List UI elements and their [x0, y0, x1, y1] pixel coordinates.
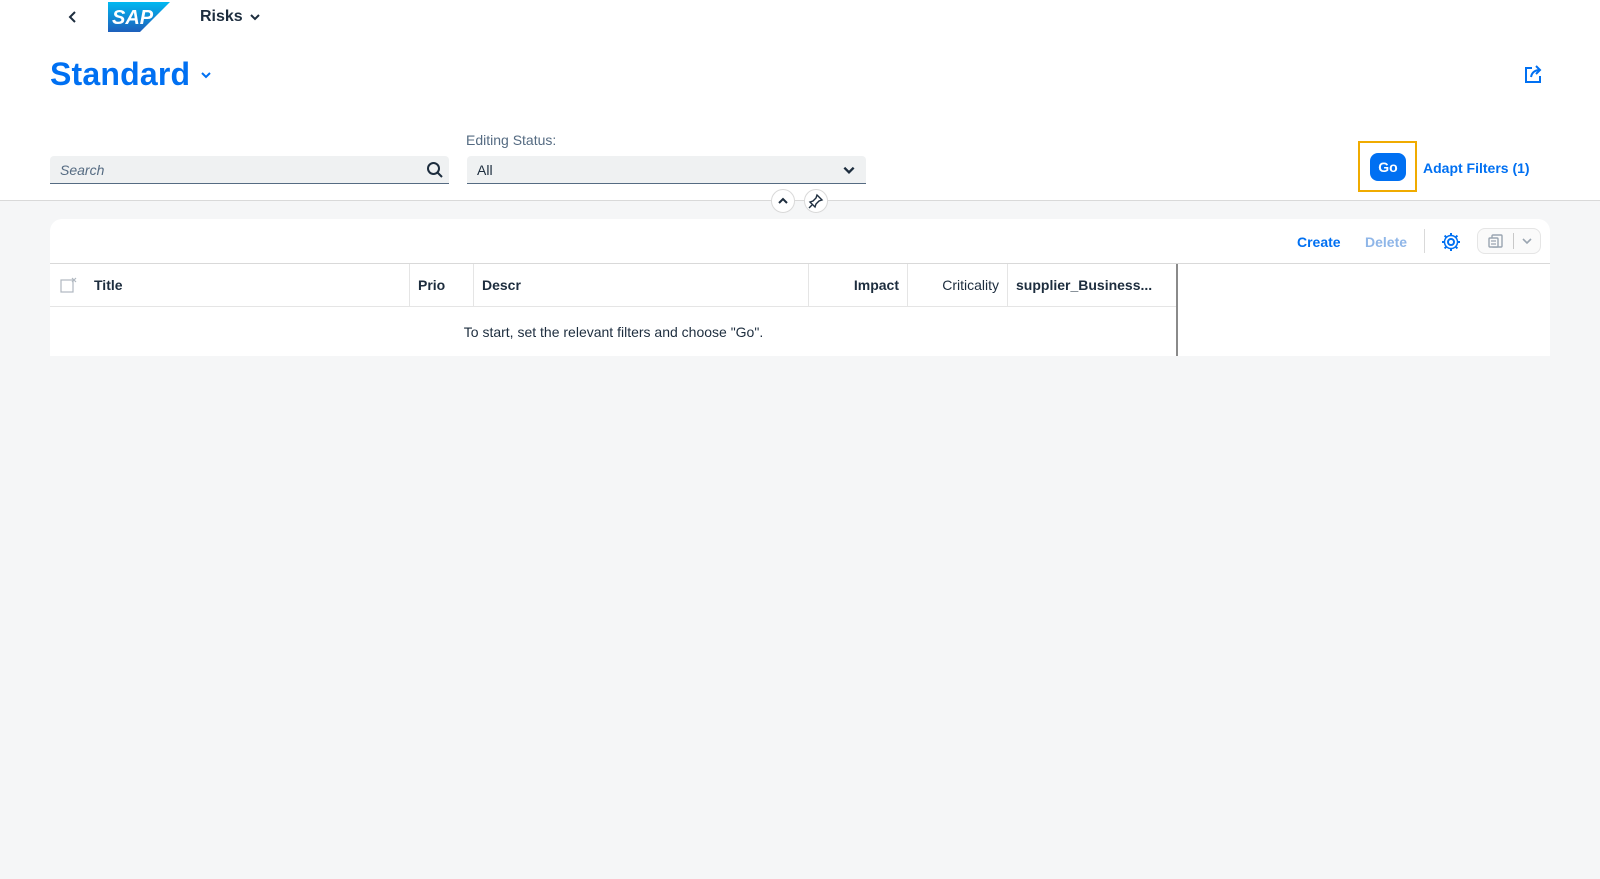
column-header-supplier[interactable]: supplier_Business...	[1008, 264, 1168, 306]
toolbar-separator	[1424, 229, 1425, 253]
chevron-down-icon	[249, 14, 260, 21]
editing-status-label: Editing Status:	[466, 132, 557, 148]
column-header-descr[interactable]: Descr	[474, 264, 809, 306]
chevron-down-icon	[1522, 238, 1532, 245]
column-header-impact[interactable]: Impact	[809, 264, 908, 306]
export-dropdown-button[interactable]	[1514, 229, 1540, 253]
app-title-menu[interactable]: Risks	[200, 8, 261, 26]
select-all-checkbox[interactable]	[50, 264, 86, 306]
gear-icon[interactable]	[1440, 231, 1462, 253]
search-icon	[427, 161, 443, 178]
search-button[interactable]	[421, 156, 449, 184]
table-toolbar: Create Delete	[50, 219, 1550, 264]
risks-table: Create Delete Title Prio Descr Impact Cr…	[50, 219, 1550, 356]
pin-header-button[interactable]	[804, 189, 828, 213]
go-button[interactable]: Go	[1370, 153, 1406, 181]
pin-icon	[808, 193, 824, 209]
delete-button[interactable]: Delete	[1365, 234, 1407, 250]
export-button[interactable]	[1478, 229, 1513, 253]
export-menu-button[interactable]	[1477, 228, 1541, 254]
chevron-down-icon	[843, 166, 855, 174]
sap-logo-text: SAP	[112, 7, 154, 29]
column-header-title[interactable]: Title	[86, 264, 410, 306]
app-title: Risks	[200, 8, 243, 25]
back-button[interactable]	[62, 6, 84, 28]
editing-status-value: All	[477, 161, 493, 178]
search-input[interactable]	[50, 156, 421, 183]
editing-status-select[interactable]: All	[467, 156, 866, 184]
create-button[interactable]: Create	[1297, 234, 1341, 250]
collapse-header-button[interactable]	[771, 189, 795, 213]
shell-bar: SAP Risks	[0, 0, 1600, 36]
chevron-down-icon	[201, 71, 212, 78]
share-icon[interactable]	[1522, 64, 1544, 86]
column-header-prio[interactable]: Prio	[410, 264, 474, 306]
table-header-row: Title Prio Descr Impact Criticality supp…	[50, 264, 1177, 307]
no-data-message: To start, set the relevant filters and c…	[463, 324, 764, 340]
page-header: Standard Editing Status: All Go Adapt Fi…	[0, 36, 1600, 201]
export-icon	[1488, 234, 1503, 248]
variant-selector[interactable]: Standard	[50, 56, 212, 93]
chevron-left-icon	[68, 11, 76, 23]
search-field[interactable]	[50, 156, 449, 184]
variant-title: Standard	[50, 56, 191, 92]
chevron-up-icon	[778, 197, 788, 204]
sap-logo: SAP	[108, 2, 170, 32]
clear-selection-icon	[60, 277, 77, 293]
column-header-criticality[interactable]: Criticality	[908, 264, 1008, 306]
adapt-filters-button[interactable]: Adapt Filters (1)	[1423, 160, 1530, 176]
